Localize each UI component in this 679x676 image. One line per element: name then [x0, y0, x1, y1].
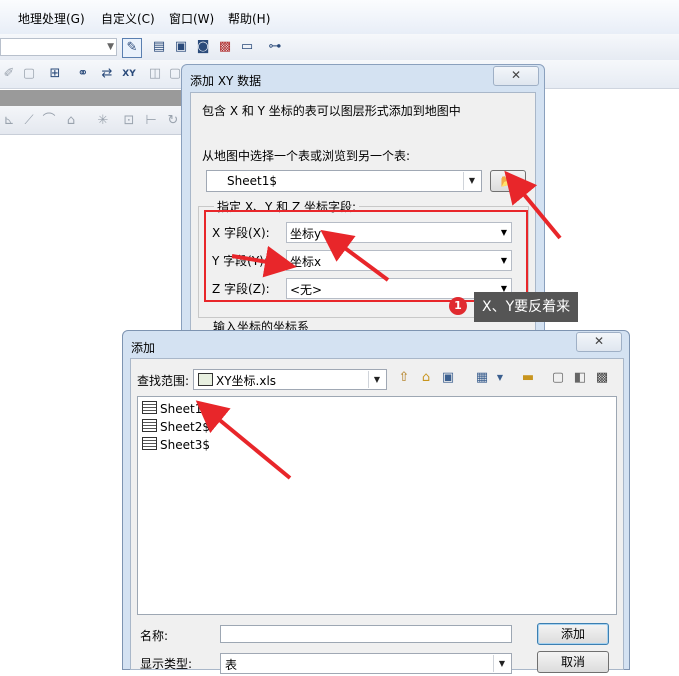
- annotation-arrows: [195, 170, 562, 480]
- arrow-to-sheet1: [195, 400, 292, 480]
- arrow-to-x-field: [320, 229, 390, 282]
- arrow-to-browse: [504, 170, 562, 240]
- arrow-to-y-field: [231, 245, 297, 278]
